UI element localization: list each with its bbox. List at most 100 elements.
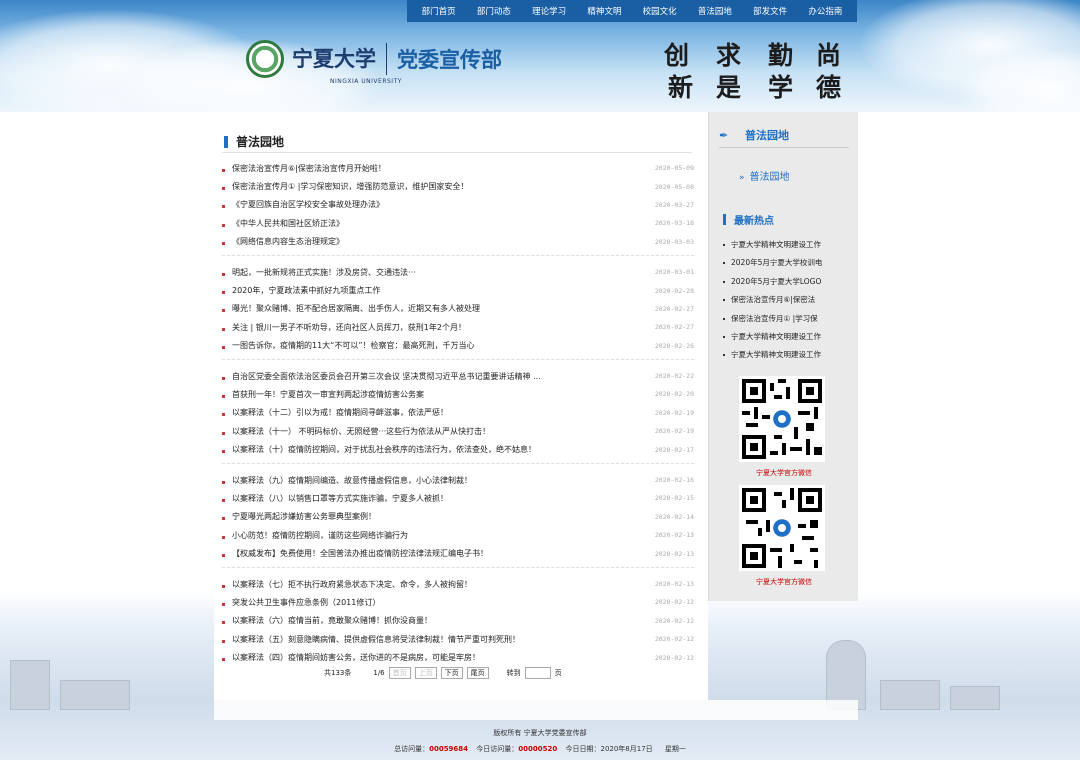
school-motto: 创 求 勤 尚 新 是 学 德 [664,36,844,102]
article-title[interactable]: 以案释法（十一） 不明码标价、无照经营···这些行为依法从严从快打击！ [222,426,642,437]
article-title[interactable]: 2020年，宁夏政法素中抓好九项重点工作 [222,285,642,296]
article-row[interactable]: 保密法治宣传月⑥|保密法治宣传月开始啦！ 2020-05-09 [222,159,694,177]
article-title[interactable]: 以案释法（十）疫情防控期间，对于扰乱社会秩序的违法行为，依法查处，绝不姑息！ [222,444,642,455]
article-title[interactable]: 《中华人民共和国社区矫正法》 [222,218,642,229]
article-title[interactable]: 以案释法（九）疫情期间编造、故意传播虚假信息，小心法律制裁！ [222,475,642,486]
nav-item-1[interactable]: 部门动态 [477,5,511,17]
article-date: 2020-02-12 [654,653,694,662]
today-date-value: 2020年8月17日 [600,745,653,753]
first-page-button[interactable]: 首页 [388,667,411,679]
article-date: 2020-02-12 [654,635,694,644]
motto-char: 尚 [816,41,842,70]
article-row[interactable]: 以案释法（十）疫情防控期间，对于扰乱社会秩序的违法行为，依法查处，绝不姑息！ 20… [222,440,694,458]
article-row[interactable]: 宁夏曝光两起涉嫌妨害公务罪典型案例！ 2020-02-14 [222,508,694,526]
article-title[interactable]: 明起，一批新规将正式实施！涉及房贷、交通违法··· [222,267,642,278]
article-row[interactable]: 以案释法（十一） 不明码标价、无照经营···这些行为依法从严从快打击！ 2020-… [222,422,694,440]
nav-item-2[interactable]: 理论学习 [532,5,566,17]
article-row[interactable]: 以案释法（五）刻意隐瞒病情、提供虚假信息将受法律制裁！情节严重可判死刑！ 2020… [222,630,694,648]
article-row[interactable]: 首获刑一年！宁夏首次一审宣判两起涉疫情妨害公务案 2020-02-20 [222,385,694,403]
hot-topic-item[interactable]: 宁夏大学精神文明建设工作 [721,328,851,346]
hot-topic-item[interactable]: 宁夏大学精神文明建设工作 [721,236,851,254]
department-name: 党委宣传部 [397,48,502,72]
article-row[interactable]: 《网络信息内容生态治理规定》 2020-03-03 [222,233,694,251]
prev-page-button[interactable]: 上页 [414,667,437,679]
article-row[interactable]: 以案释法（九）疫情期间编造、故意传播虚假信息，小心法律制裁！ 2020-02-16 [222,471,694,489]
article-title[interactable]: 以案释法（六）疫情当前，竟敢聚众赌博！抓你没商量！ [222,615,642,626]
article-row[interactable]: 自治区党委全面依法治区委员会召开第三次会议 坚决贯彻习近平总书记重要讲话精神 .… [222,367,694,385]
goto-page-input[interactable] [524,667,551,679]
article-title[interactable]: 以案释法（七）拒不执行政府紧急状态下决定、命令，多人被拘留！ [222,579,642,590]
article-title[interactable]: 突发公共卫生事件应急条例（2011修订） [222,597,642,608]
nav-item-5[interactable]: 普法园地 [698,5,732,17]
article-date: 2020-05-09 [654,164,694,173]
article-row[interactable]: 关注 | 银川一男子不听劝导，还向社区人员挥刀，获刑1年2个月！ 2020-02-… [222,318,694,336]
nav-item-0[interactable]: 部门首页 [422,5,456,17]
pagination: 共133条 1/6 首页 上页 下页 尾页 转到 页 [324,667,562,679]
article-row[interactable]: 保密法治宣传月① |学习保密知识，增强防范意识，维护国家安全！ 2020-05-0… [222,177,694,195]
nav-item-7[interactable]: 办公指南 [808,5,842,17]
article-row[interactable]: 明起，一批新规将正式实施！涉及房贷、交通违法··· 2020-03-01 [222,263,694,281]
wechat-qr-code [739,376,825,462]
article-row[interactable]: 【权威发布】免费使用！全国普法办推出疫情防控法律法规汇编电子书！ 2020-02-… [222,544,694,562]
article-title[interactable]: 小心防范！疫情防控期间，谨防这些网络诈骗行为 [222,530,642,541]
nav-item-3[interactable]: 精神文明 [587,5,621,17]
article-title[interactable]: 以案释法（四）疫情期间妨害公务，送你进的不是病房，可能是牢房！ [222,652,642,663]
site-logo[interactable]: 宁夏大学 NINGXIA UNIVERSITY 党委宣传部 [246,40,502,85]
footer: 版权所有 宁夏大学党委宣传部 总访问量：00059684 今日访问量：00000… [0,728,1080,754]
nav-item-6[interactable]: 部发文件 [753,5,787,17]
article-title[interactable]: 《宁夏回族自治区学校安全事故处理办法》 [222,199,642,210]
article-group: 以案释法（七）拒不执行政府紧急状态下决定、命令，多人被拘留！ 2020-02-13… [222,573,694,671]
article-row[interactable]: 以案释法（十二）引以为戒！疫情期间寻衅滋事，依法严惩！ 2020-02-19 [222,404,694,422]
article-row[interactable]: 《宁夏回族自治区学校安全事故处理办法》 2020-03-27 [222,196,694,214]
hot-topic-item[interactable]: 2020年5月宁夏大学LOGO [721,273,851,291]
article-date: 2020-02-27 [654,304,694,313]
hot-topic-item[interactable]: 保密法治宣传月⑥|保密法 [721,291,851,309]
article-row[interactable]: 小心防范！疫情防控期间，谨防这些网络诈骗行为 2020-02-13 [222,526,694,544]
article-row[interactable]: 突发公共卫生事件应急条例（2011修订） 2020-02-12 [222,593,694,611]
article-title[interactable]: 自治区党委全面依法治区委员会召开第三次会议 坚决贯彻习近平总书记重要讲话精神 .… [222,371,642,382]
article-title[interactable]: 保密法治宣传月⑥|保密法治宣传月开始啦！ [222,163,642,174]
article-row[interactable]: 以案释法（七）拒不执行政府紧急状态下决定、命令，多人被拘留！ 2020-02-13 [222,575,694,593]
hot-topic-item[interactable]: 保密法治宣传月① |学习保 [721,310,851,328]
article-title[interactable]: 《网络信息内容生态治理规定》 [222,236,642,247]
article-row[interactable]: 以案释法（八）以销售口罩等方式实施诈骗，宁夏多人被抓！ 2020-02-15 [222,489,694,507]
article-row[interactable]: 以案释法（四）疫情期间妨害公务，送你进的不是病房，可能是牢房！ 2020-02-1… [222,648,694,666]
header-banner: 部门首页 部门动态 理论学习 精神文明 校园文化 普法园地 部发文件 办公指南 宁夏大学 NI… [0,0,1080,112]
article-title[interactable]: 宁夏曝光两起涉嫌妨害公务罪典型案例！ [222,511,642,522]
article-date: 2020-03-03 [654,237,694,246]
page-indicator: 1/6 [373,669,385,677]
article-row[interactable]: 一图告诉你，疫情期的11大“不可以”！检察官：最高死刑，千万当心 2020-02-… [222,337,694,355]
section-marker [723,214,726,225]
last-page-button[interactable]: 尾页 [466,667,489,679]
article-title[interactable]: 以案释法（十二）引以为戒！疫情期间寻衅滋事，依法严惩！ [222,407,642,418]
building-decoration [60,680,130,710]
nav-item-4[interactable]: 校园文化 [643,5,677,17]
article-title[interactable]: 曝光！聚众赌博、拒不配合居家隔离、出手伤人，近期又有多人被处理 [222,303,642,314]
article-title[interactable]: 【权威发布】免费使用！全国普法办推出疫情防控法律法规汇编电子书！ [222,548,642,559]
article-title[interactable]: 保密法治宣传月① |学习保密知识，增强防范意识，维护国家安全！ [222,181,642,192]
article-row[interactable]: 2020年，宁夏政法素中抓好九项重点工作 2020-02-28 [222,281,694,299]
hot-topics-title: 最新热点 [723,212,774,227]
article-row[interactable]: 《中华人民共和国社区矫正法》 2020-03-18 [222,214,694,232]
article-title[interactable]: 一图告诉你，疫情期的11大“不可以”！检察官：最高死刑，千万当心 [222,340,642,351]
article-row[interactable]: 以案释法（六）疫情当前，竟敢聚众赌博！抓你没商量！ 2020-02-12 [222,612,694,630]
next-page-button[interactable]: 下页 [440,667,463,679]
article-title[interactable]: 以案释法（五）刻意隐瞒病情、提供虚假信息将受法律制裁！情节严重可判死刑！ [222,634,642,645]
bottom-strip [214,700,858,720]
motto-char: 新 [668,73,694,102]
hot-topics-title-text: 最新热点 [734,216,774,227]
article-row[interactable]: 曝光！聚众赌博、拒不配合居家隔离、出手伤人，近期又有多人被处理 2020-02-2… [222,300,694,318]
article-date: 2020-02-14 [654,512,694,521]
article-date: 2020-02-13 [654,580,694,588]
hot-topic-item[interactable]: 2020年5月宁夏大学校训电 [721,254,851,272]
hot-topic-item[interactable]: 宁夏大学精神文明建设工作 [721,346,851,364]
article-date: 2020-03-27 [654,200,694,209]
sidebar-link-pufa[interactable]: 普法园地 [739,168,790,183]
top-nav: 部门首页 部门动态 理论学习 精神文明 校园文化 普法园地 部发文件 办公指南 [407,0,857,22]
total-visits-value: 00059684 [429,745,469,753]
article-title[interactable]: 首获刑一年！宁夏首次一审宣判两起涉疫情妨害公务案 [222,389,642,400]
article-title[interactable]: 关注 | 银川一男子不听劝导，还向社区人员挥刀，获刑1年2个月！ [222,322,642,333]
total-visits-label: 总访问量： [394,745,430,753]
article-date: 2020-02-13 [654,531,694,540]
article-title[interactable]: 以案释法（八）以销售口罩等方式实施诈骗，宁夏多人被抓！ [222,493,642,504]
